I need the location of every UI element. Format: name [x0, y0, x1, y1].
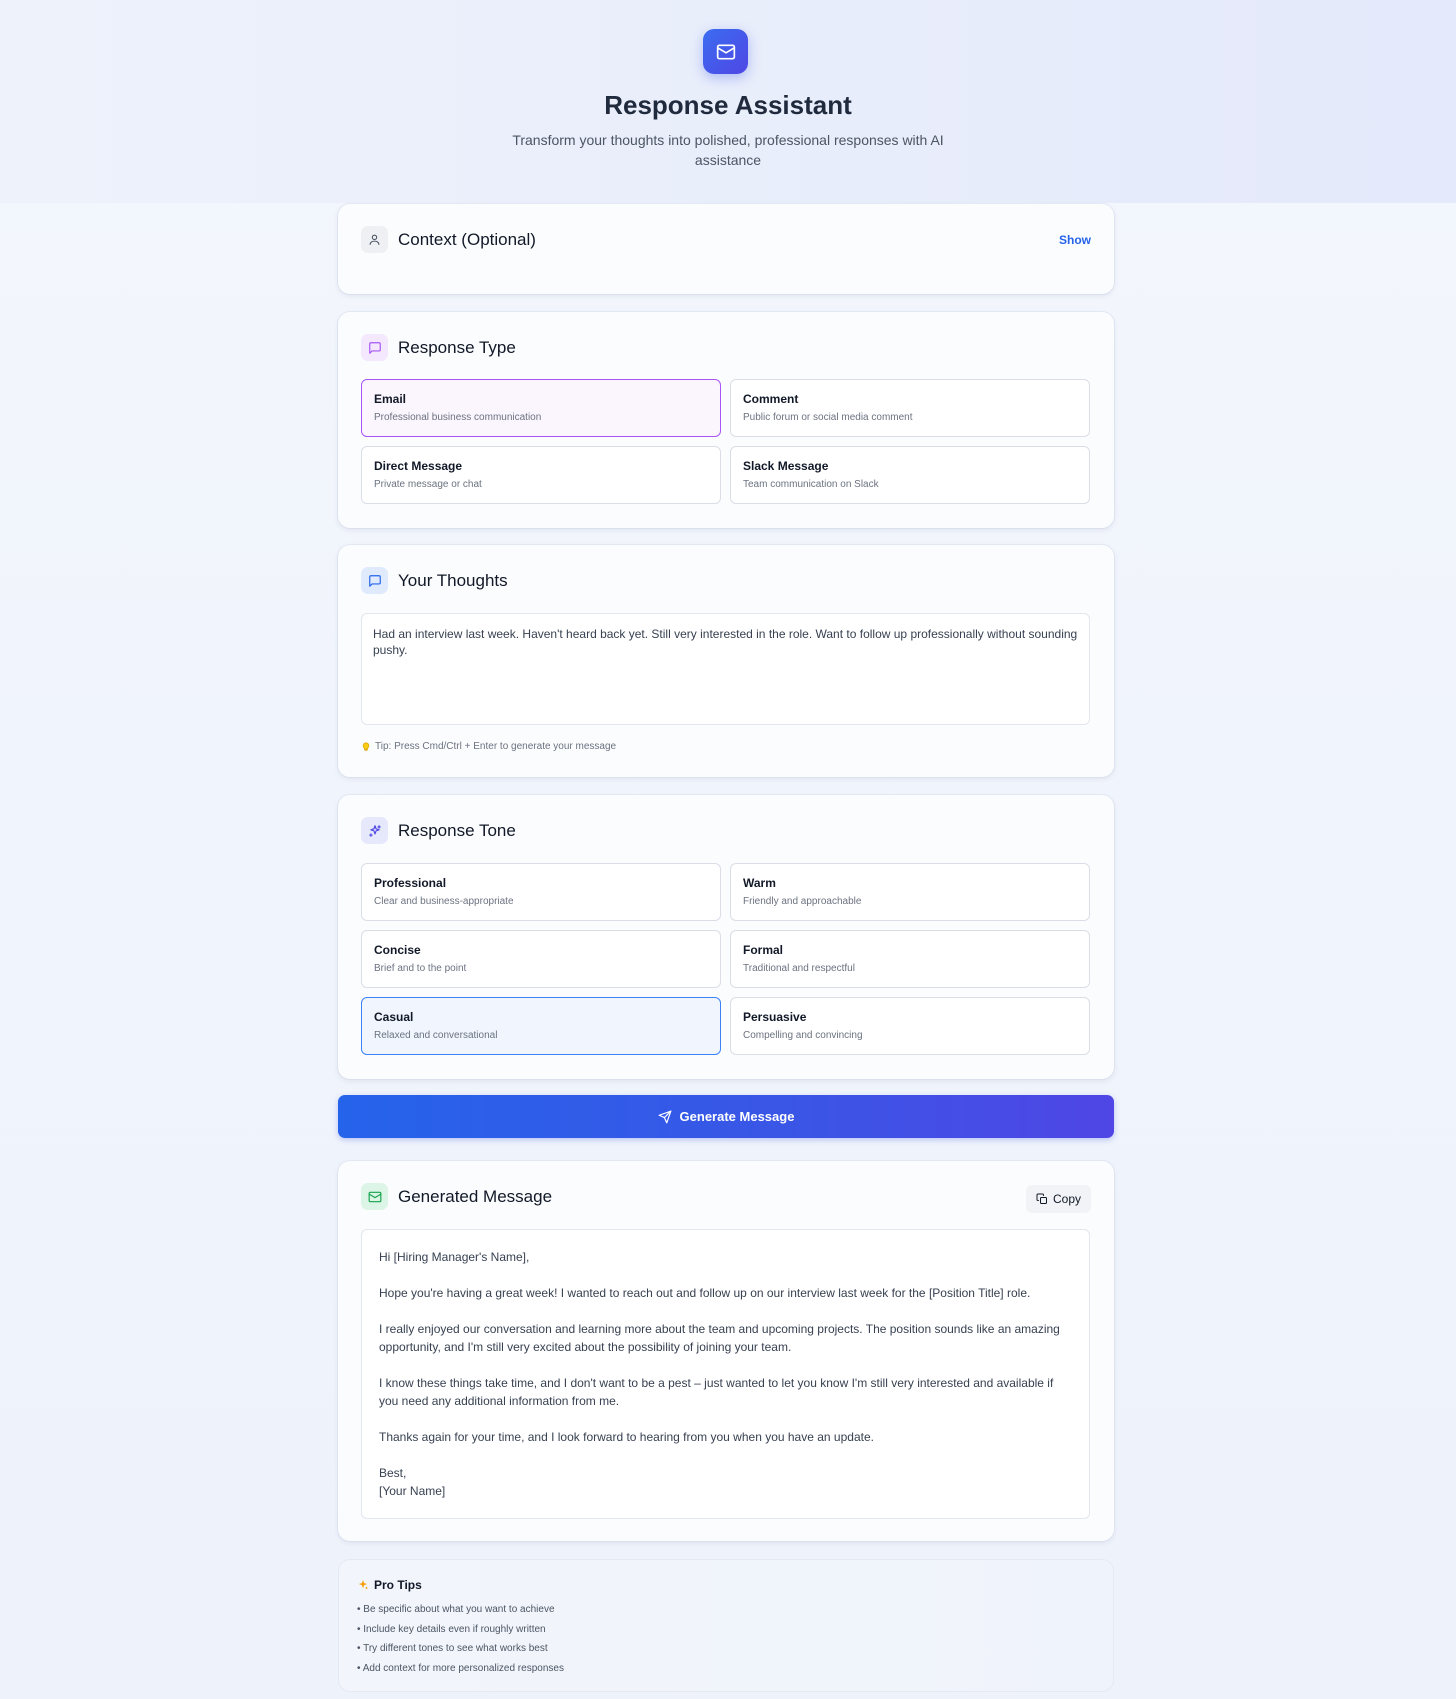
option-desc: Professional business communication [374, 412, 542, 423]
option-title: Slack Message [743, 459, 829, 473]
list-item: • Add context for more personalized resp… [357, 1662, 564, 1674]
option-title: Direct Message [374, 459, 463, 473]
type-option-direct-message[interactable]: Direct Message Private message or chat [361, 446, 721, 504]
list-item: • Be specific about what you want to ach… [357, 1604, 555, 1615]
tone-option-persuasive[interactable]: Persuasive Compelling and convincing [730, 997, 1090, 1055]
thoughts-card: Your Thoughts Had an interview last week… [338, 545, 1114, 777]
send-icon [658, 1110, 672, 1124]
option-desc: Friendly and approachable [743, 896, 862, 907]
thoughts-textarea[interactable]: Had an interview last week. Haven't hear… [361, 613, 1090, 725]
option-title: Warm [743, 876, 776, 890]
sparkles-icon [361, 817, 388, 844]
message-signature: [Your Name] [379, 1484, 446, 1498]
tip-text: Tip: Press Cmd/Ctrl + Enter to generate … [375, 741, 617, 752]
option-title: Formal [743, 943, 784, 957]
context-show-toggle[interactable]: Show [1059, 233, 1091, 247]
message-signoff: Best, [379, 1466, 407, 1480]
option-title: Casual [374, 1010, 414, 1024]
thoughts-title: Your Thoughts [398, 570, 508, 590]
generate-label: Generate Message [679, 1109, 795, 1124]
mail-icon [703, 29, 748, 74]
tone-option-concise[interactable]: Concise Brief and to the point [361, 930, 721, 988]
tone-option-warm[interactable]: Warm Friendly and approachable [730, 863, 1090, 921]
hero-header: Response Assistant Transform your though… [0, 0, 1456, 203]
message-paragraph: Thanks again for your time, and I look f… [379, 1430, 874, 1444]
user-icon [361, 226, 388, 253]
copy-button[interactable]: Copy [1026, 1185, 1091, 1213]
option-desc: Compelling and convincing [743, 1030, 863, 1041]
tone-option-casual[interactable]: Casual Relaxed and conversational [361, 997, 721, 1055]
mail-icon [361, 1183, 388, 1210]
message-square-icon [361, 567, 388, 594]
option-desc: Brief and to the point [374, 963, 467, 974]
option-desc: Public forum or social media comment [743, 412, 913, 423]
option-desc: Private message or chat [374, 479, 482, 490]
option-title: Concise [374, 943, 421, 957]
pro-tips-heading: Pro Tips [357, 1578, 422, 1592]
response-type-card: Response Type Email Professional busines… [338, 312, 1114, 528]
sparkles-icon [357, 1579, 369, 1591]
message-square-icon [361, 334, 388, 361]
tone-option-formal[interactable]: Formal Traditional and respectful [730, 930, 1090, 988]
pro-tips-card: Pro Tips • Be specific about what you wa… [338, 1559, 1114, 1692]
thoughts-tip: Tip: Press Cmd/Ctrl + Enter to generate … [361, 741, 616, 752]
list-item: • Include key details even if roughly wr… [357, 1623, 546, 1635]
copy-icon [1036, 1193, 1048, 1205]
message-paragraph: I really enjoyed our conversation and le… [379, 1322, 1060, 1354]
response-type-title: Response Type [398, 337, 516, 357]
type-option-slack-message[interactable]: Slack Message Team communication on Slac… [730, 446, 1090, 504]
message-paragraph: Hi [Hiring Manager's Name], [379, 1250, 530, 1264]
option-desc: Traditional and respectful [743, 963, 855, 974]
context-card: Context (Optional) Show [338, 204, 1114, 294]
page-title: Response Assistant [604, 90, 852, 120]
list-item: • Try different tones to see what works … [357, 1643, 548, 1654]
type-option-comment[interactable]: Comment Public forum or social media com… [730, 379, 1090, 437]
option-desc: Clear and business-appropriate [374, 896, 514, 907]
generated-title: Generated Message [398, 1186, 553, 1206]
response-tone-title: Response Tone [398, 820, 516, 840]
copy-label: Copy [1052, 1192, 1081, 1206]
generate-message-button[interactable]: Generate Message [338, 1095, 1114, 1138]
context-title: Context (Optional) [398, 229, 536, 249]
generated-message-text[interactable]: Hi [Hiring Manager's Name], Hope you're … [361, 1229, 1090, 1519]
option-desc: Team communication on Slack [743, 479, 879, 490]
message-paragraph: Hope you're having a great week! I wante… [379, 1286, 1031, 1300]
lightbulb-icon [361, 742, 371, 752]
pro-tips-title: Pro Tips [374, 1578, 422, 1592]
generated-message-card: Generated Message Copy Hi [Hiring Manage… [338, 1161, 1114, 1541]
option-title: Professional [374, 876, 447, 890]
option-title: Persuasive [743, 1010, 807, 1024]
tone-option-professional[interactable]: Professional Clear and business-appropri… [361, 863, 721, 921]
pro-tips-list: • Be specific about what you want to ach… [357, 1604, 564, 1682]
option-title: Comment [743, 392, 799, 406]
page-subtitle: Transform your thoughts into polished, p… [512, 132, 944, 168]
response-tone-card: Response Tone Professional Clear and bus… [338, 795, 1114, 1079]
option-title: Email [374, 392, 407, 406]
type-option-email[interactable]: Email Professional business communicatio… [361, 379, 721, 437]
option-desc: Relaxed and conversational [374, 1030, 498, 1041]
message-paragraph: I know these things take time, and I don… [379, 1376, 1054, 1408]
